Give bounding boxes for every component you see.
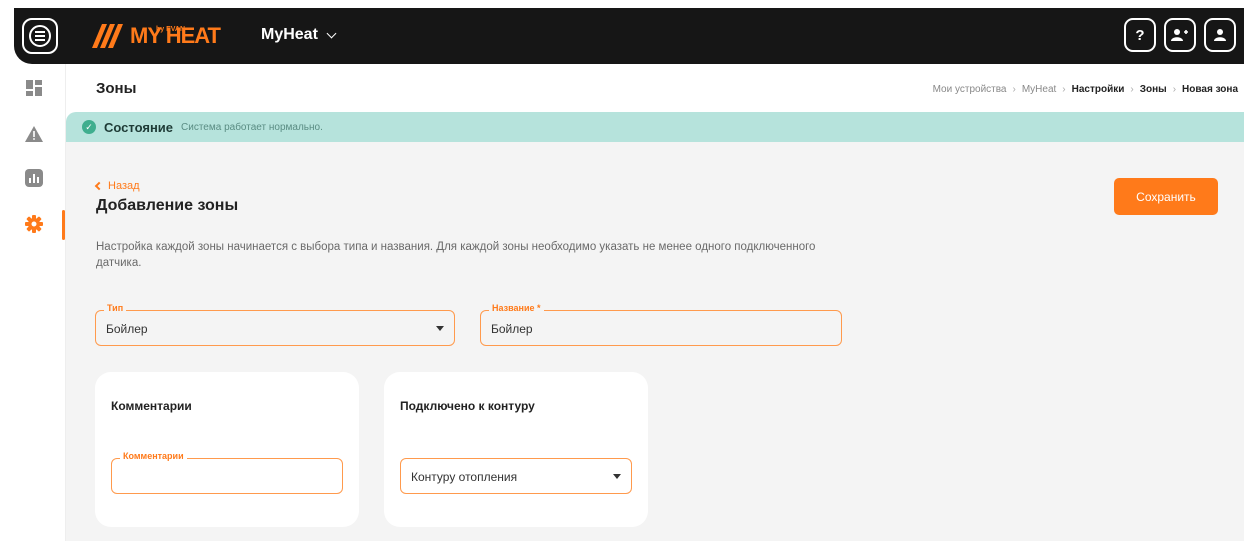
- check-circle-icon: ✓: [82, 120, 96, 134]
- status-label: Состояние: [104, 119, 174, 135]
- breadcrumb-separator-icon: ›: [1130, 84, 1134, 95]
- status-text: Система работает нормально.: [181, 121, 323, 133]
- comments-card: Комментарии Комментарии: [95, 372, 359, 527]
- sidebar-active-indicator: [62, 210, 65, 240]
- logo-subtext: by EVAN: [156, 26, 186, 33]
- device-selector[interactable]: MyHeat: [261, 26, 337, 44]
- breadcrumb: Мои устройства › MyHeat › Настройки › Зо…: [933, 84, 1238, 95]
- caret-down-icon: [436, 326, 444, 331]
- type-value: Бойлер: [106, 322, 148, 336]
- chart-icon: [25, 169, 43, 187]
- form-description: Настройка каждой зоны начинается с выбор…: [96, 241, 816, 269]
- form-title: Добавление зоны: [96, 197, 239, 214]
- back-label: Назад: [108, 180, 140, 192]
- user-button[interactable]: [1204, 18, 1236, 52]
- status-bar: ✓ Состояние Система работает нормально.: [66, 112, 1244, 142]
- sidebar-item-statistics[interactable]: [24, 168, 44, 188]
- menu-button[interactable]: [22, 18, 58, 54]
- breadcrumb-new-zone: Новая зона: [1182, 84, 1238, 95]
- breadcrumb-my-devices[interactable]: Мои устройства: [933, 84, 1007, 95]
- breadcrumb-separator-icon: ›: [1172, 84, 1177, 95]
- sidebar-item-settings[interactable]: [24, 214, 44, 234]
- add-user-icon: [1171, 29, 1188, 41]
- add-user-button[interactable]: [1164, 18, 1196, 52]
- name-input[interactable]: Название * Бойлер: [480, 303, 842, 346]
- back-link[interactable]: Назад: [94, 180, 140, 192]
- user-icon: [1214, 29, 1226, 41]
- breadcrumb-separator-icon: ›: [1012, 84, 1016, 95]
- breadcrumb-separator-icon: ›: [1062, 84, 1066, 95]
- breadcrumb-zones[interactable]: Зоны: [1140, 84, 1167, 95]
- top-bar: MY HEAT by EVAN MyHeat ?: [14, 8, 1244, 64]
- flame-logo-icon: [92, 24, 123, 48]
- breadcrumb-settings[interactable]: Настройки: [1072, 84, 1125, 95]
- comments-input[interactable]: Комментарии: [111, 451, 343, 494]
- dashboard-icon: [26, 80, 42, 96]
- circuit-card-title: Подключено к контуру: [400, 399, 535, 413]
- help-icon: ?: [1135, 26, 1145, 44]
- page-header: Зоны Мои устройства › MyHeat › Настройки…: [66, 64, 1244, 112]
- main-content: Назад Добавление зоны Сохранить Настройк…: [66, 142, 1244, 541]
- comments-label: Комментарии: [120, 451, 187, 461]
- warning-icon: [25, 126, 43, 142]
- help-button[interactable]: ?: [1124, 18, 1156, 52]
- caret-down-icon: [613, 474, 621, 479]
- circuit-card: Подключено к контуру Контуру отопления: [384, 372, 648, 527]
- save-button[interactable]: Сохранить: [1114, 178, 1218, 215]
- breadcrumb-device[interactable]: MyHeat: [1022, 84, 1056, 95]
- circuit-select[interactable]: Контуру отопления: [400, 458, 632, 494]
- sidebar-item-alerts[interactable]: [24, 124, 44, 144]
- logo-text: MY HEAT by EVAN: [130, 25, 221, 47]
- logo[interactable]: MY HEAT by EVAN: [90, 20, 221, 52]
- settings-icon: [25, 215, 43, 233]
- chevron-down-icon: [326, 28, 337, 38]
- comments-card-title: Комментарии: [111, 399, 192, 413]
- sidebar-item-dashboard[interactable]: [24, 78, 44, 98]
- menu-icon: [29, 25, 51, 47]
- circuit-value: Контуру отопления: [411, 470, 518, 484]
- type-label: Тип: [104, 303, 127, 313]
- type-select[interactable]: Тип Бойлер: [95, 303, 455, 346]
- device-name: MyHeat: [261, 26, 318, 43]
- name-label: Название *: [489, 303, 544, 313]
- chevron-left-icon: [94, 181, 104, 191]
- page-title: Зоны: [96, 80, 137, 97]
- name-value: Бойлер: [491, 322, 533, 336]
- sidebar: [0, 64, 66, 541]
